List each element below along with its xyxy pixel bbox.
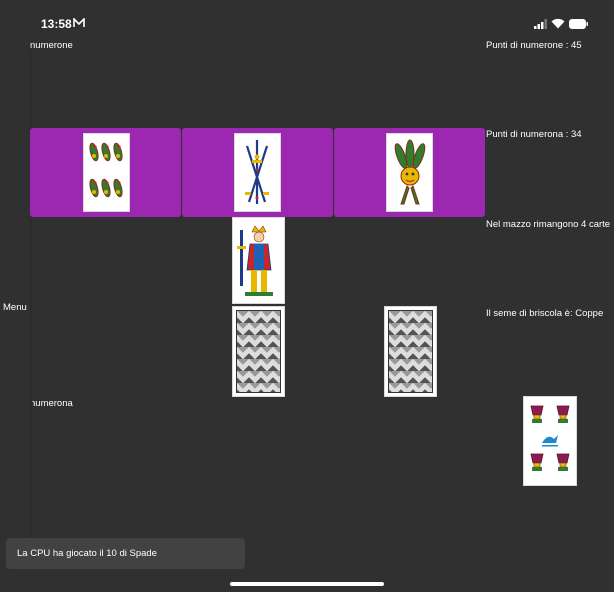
human-score: Punti di numerona : 34 (486, 129, 582, 140)
hand-slot-1[interactable] (30, 128, 181, 217)
status-time: 13:58 (41, 17, 72, 31)
bastoni-ace-icon (394, 139, 426, 205)
hand-card-1[interactable] (83, 133, 130, 212)
home-indicator[interactable] (230, 582, 384, 586)
spade-king-icon (237, 225, 273, 296)
bastoni-6-icon (89, 142, 123, 198)
facedown-card-opponent (232, 306, 285, 397)
hand-slot-2[interactable] (182, 128, 333, 217)
mail-icon (73, 18, 85, 27)
deck-remaining: Nel mazzo rimangono 4 carte (486, 219, 611, 230)
left-divider (30, 52, 32, 540)
human-player-name: numerona (30, 398, 73, 409)
hand-card-2[interactable] (234, 133, 281, 212)
hand-slot-3[interactable] (334, 128, 485, 217)
hand-card-3[interactable] (386, 133, 433, 212)
briscola-card (523, 396, 577, 486)
wifi-icon (551, 18, 565, 29)
menu-button[interactable]: Menu (3, 302, 27, 313)
played-card-cpu (232, 217, 285, 304)
trump-suit: Il seme di briscola è: Coppe (486, 308, 604, 319)
deck-card (384, 306, 437, 397)
toast-message: La CPU ha giocato il 10 di Spade (6, 538, 245, 569)
spade-3-icon (245, 140, 269, 204)
cpu-score: Punti di numerone : 45 (486, 40, 582, 51)
coppe-4-icon (530, 405, 570, 471)
cpu-player-name: numerone (30, 40, 73, 51)
battery-icon (569, 19, 588, 29)
signal-icon (534, 19, 547, 29)
